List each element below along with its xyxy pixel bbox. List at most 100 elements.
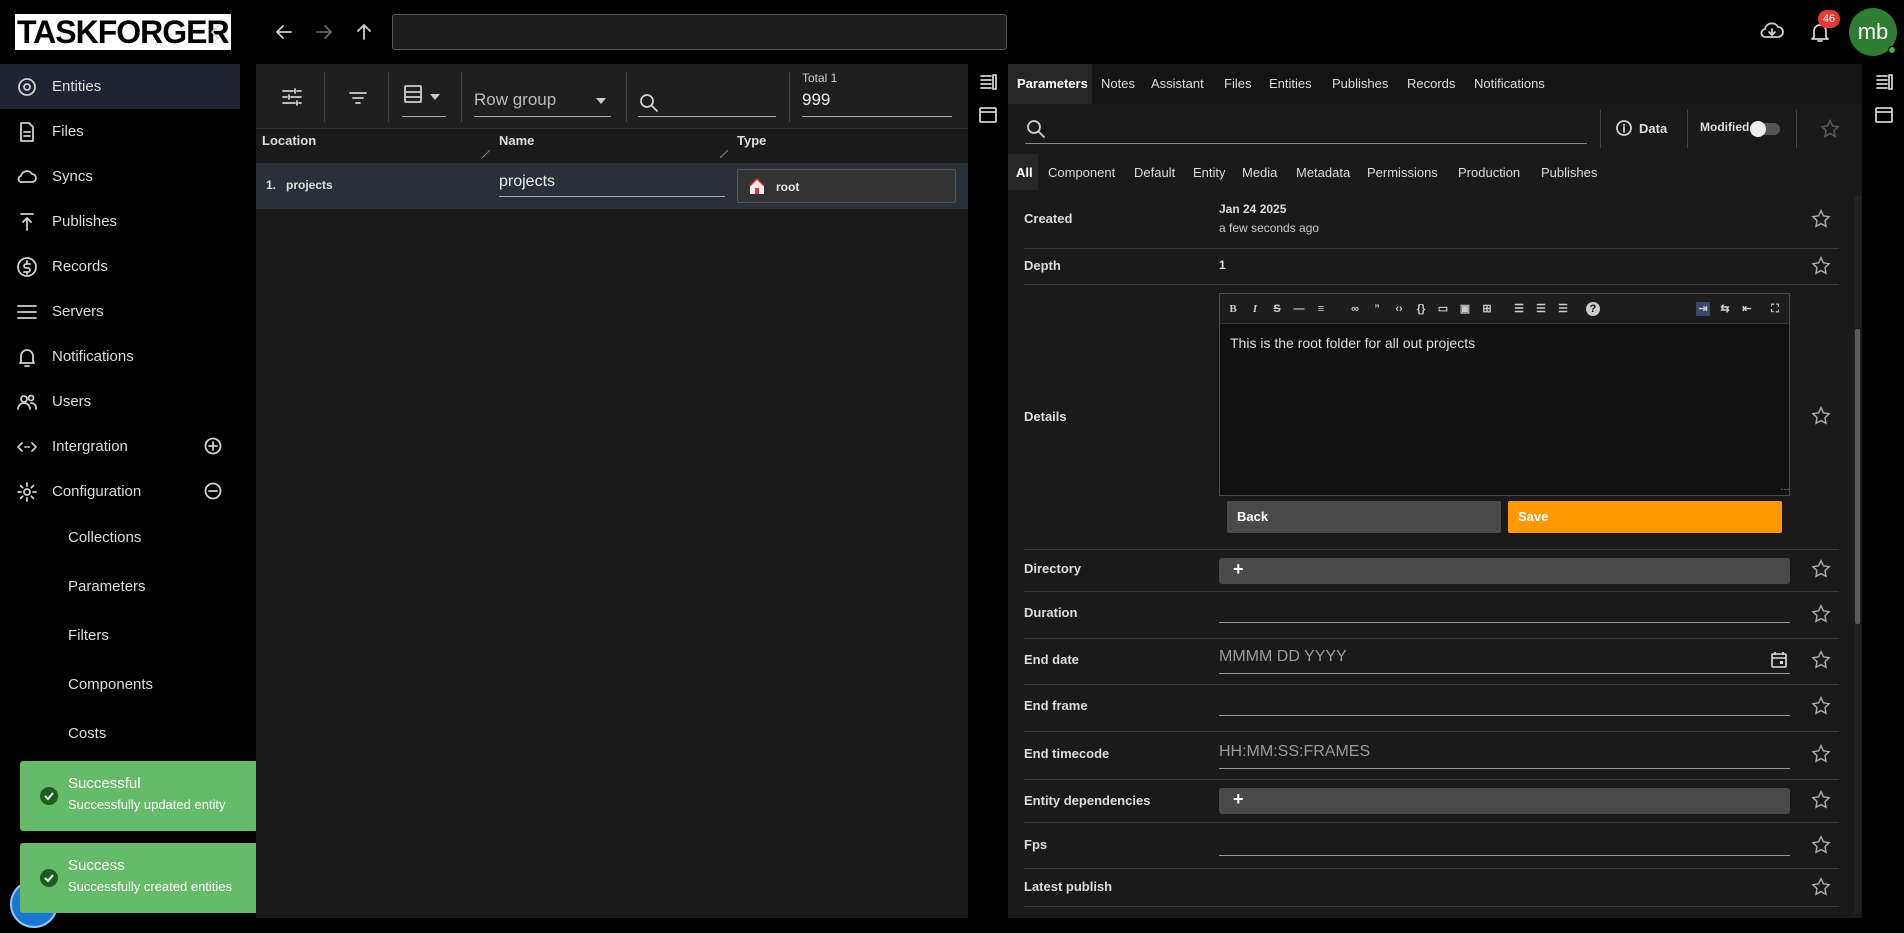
table-row[interactable]: 1. projects projects root [256,163,968,209]
subtab-publishes[interactable]: Publishes [1541,165,1597,180]
subtab-media[interactable]: Media [1242,165,1277,180]
tune-icon[interactable] [280,85,304,109]
sidebar-subitem-filters[interactable]: Filters [68,627,109,644]
sidebar-item-configuration[interactable]: Configuration [0,469,240,514]
subtab-permissions[interactable]: Permissions [1367,165,1438,180]
star-icon[interactable] [1810,876,1832,898]
cloud-download-icon[interactable] [1759,18,1785,44]
search-icon[interactable] [1025,118,1047,140]
back-arrow-icon[interactable] [272,20,296,44]
star-icon[interactable] [1810,558,1832,580]
sidebar-subitem-costs[interactable]: Costs [68,725,106,742]
comment-icon[interactable]: ▭ [1436,302,1450,316]
star-icon[interactable] [1819,118,1841,140]
star-icon[interactable] [1810,208,1832,230]
quote-icon[interactable]: ” [1370,302,1384,316]
column-resize-handle[interactable] [720,150,728,158]
sidebar-item-intergration[interactable]: Intergration [0,424,240,469]
sidebar-subitem-components[interactable]: Components [68,676,153,693]
up-arrow-icon[interactable] [352,20,376,44]
data-button[interactable]: Data [1639,121,1667,136]
address-input[interactable] [392,14,1007,50]
horizontal-rule-icon[interactable]: — [1292,302,1306,316]
sidebar-item-notifications[interactable]: Notifications [0,334,240,379]
rich-text-editor[interactable]: B I S — ≡ ∞ ” ‹› {} ▭ ▣ ⊞ ☰ ☰ ☰ ? ⇥ ⇆ ⇤ … [1219,293,1790,496]
calendar-icon[interactable] [1770,651,1788,669]
help-icon[interactable]: ? [1586,302,1600,316]
search-icon[interactable] [638,92,660,114]
preview-mode-icon[interactable]: ⇤ [1740,302,1754,316]
code-block-icon[interactable]: {} [1414,302,1428,316]
end-timecode-input[interactable]: HH:MM:SS:FRAMES [1219,743,1790,769]
end-frame-input[interactable] [1219,694,1790,716]
info-icon[interactable] [1615,119,1633,137]
add-circle-icon[interactable] [204,437,222,455]
window-panel-icon[interactable] [978,105,998,125]
numbered-list-icon[interactable]: ☰ [1534,302,1548,316]
column-header-location[interactable]: Location [262,133,316,148]
star-icon[interactable] [1810,649,1832,671]
column-header-type[interactable]: Type [737,133,766,148]
list-panel-icon[interactable] [1874,72,1894,92]
chevron-down-icon[interactable] [430,94,440,100]
row-group-select[interactable]: Row group [474,90,556,110]
filter-icon[interactable] [346,86,370,110]
subtab-entity[interactable]: Entity [1193,165,1226,180]
image-icon[interactable]: ▣ [1458,302,1472,316]
window-panel-icon[interactable] [1874,105,1894,125]
strikethrough-icon[interactable]: S [1270,302,1284,316]
tab-publishes[interactable]: Publishes [1332,76,1388,91]
star-icon[interactable] [1810,834,1832,856]
row-name-input[interactable]: projects [499,173,725,197]
star-icon[interactable] [1810,789,1832,811]
table-icon[interactable]: ⊞ [1480,302,1494,316]
forward-arrow-icon[interactable] [312,20,336,44]
tab-entities[interactable]: Entities [1269,76,1312,91]
directory-add-button[interactable]: + [1219,558,1790,584]
tab-records[interactable]: Records [1407,76,1455,91]
back-button[interactable]: Back [1227,501,1501,533]
sidebar-item-records[interactable]: Records [0,244,240,289]
star-icon[interactable] [1810,255,1832,277]
subtab-default[interactable]: Default [1134,165,1175,180]
collapse-sidebar-icon[interactable] [207,22,223,42]
star-icon[interactable] [1810,603,1832,625]
grid-search-input[interactable] [638,116,776,117]
tab-parameters[interactable]: Parameters [1017,76,1088,91]
fps-input[interactable] [1219,834,1790,856]
end-date-input[interactable]: MMMM DD YYYY [1219,648,1790,674]
sidebar-item-syncs[interactable]: Syncs [0,154,240,199]
list-panel-icon[interactable] [978,72,998,92]
duration-input[interactable] [1219,601,1790,623]
subtab-component[interactable]: Component [1048,165,1115,180]
tab-notes[interactable]: Notes [1101,76,1135,91]
italic-icon[interactable]: I [1248,302,1262,316]
subtab-production[interactable]: Production [1458,165,1520,180]
sidebar-subitem-collections[interactable]: Collections [68,529,141,546]
fullscreen-icon[interactable]: ⛶ [1768,302,1782,316]
star-icon[interactable] [1810,405,1832,427]
sidebar-item-servers[interactable]: Servers [0,289,240,334]
scrollbar-thumb[interactable] [1855,329,1860,624]
details-text[interactable]: This is the root folder for all out proj… [1230,335,1475,351]
entity-dependencies-add-button[interactable]: + [1219,788,1790,814]
subtab-all[interactable]: All [1016,165,1033,180]
tab-notifications[interactable]: Notifications [1474,76,1545,91]
subtab-metadata[interactable]: Metadata [1296,165,1350,180]
task-list-icon[interactable]: ☰ [1556,302,1570,316]
tab-assistant[interactable]: Assistant [1151,76,1204,91]
bullet-list-icon[interactable]: ☰ [1512,302,1526,316]
parameter-search-input[interactable] [1025,143,1587,144]
row-type-chip[interactable]: root [737,169,956,203]
code-icon[interactable]: ‹› [1392,302,1406,316]
chevron-down-icon[interactable] [596,98,606,104]
app-logo[interactable]: TASKFORGER [15,14,231,50]
sidebar-item-publishes[interactable]: Publishes [0,199,240,244]
edit-mode-icon[interactable]: ⇥ [1696,302,1710,316]
column-resize-handle[interactable] [482,150,490,158]
tab-files[interactable]: Files [1224,76,1251,91]
sidebar-item-files[interactable]: Files [0,109,240,154]
collapse-circle-icon[interactable] [204,482,222,500]
star-icon[interactable] [1810,695,1832,717]
star-icon[interactable] [1810,743,1832,765]
